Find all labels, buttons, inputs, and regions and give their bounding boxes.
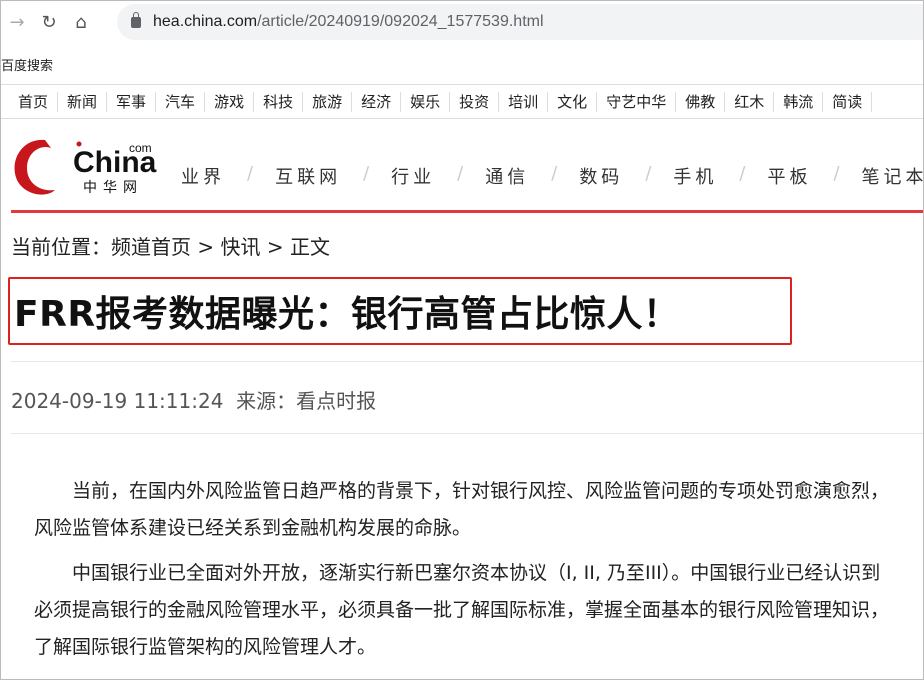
breadcrumb-home[interactable]: 频道首页 <box>111 235 191 259</box>
article-body: 当前，在国内外风险监管日趋严格的背景下，针对银行风控、风险监管问题的专项处罚愈演… <box>34 473 894 674</box>
divider <box>11 433 923 434</box>
nav-separator: / <box>457 163 464 184</box>
channel-link[interactable]: 简读 <box>823 91 873 112</box>
forward-icon[interactable]: → <box>1 12 33 33</box>
channel-link[interactable]: 韩流 <box>774 91 824 112</box>
browser-toolbar: → ↻ ⌂ hea.china.com/article/20240919/092… <box>1 1 923 43</box>
breadcrumb-label: 当前位置： <box>11 235 111 259</box>
paragraph: 中国银行业已全面对外开放，逐渐实行新巴塞尔资本协议（I, II, 乃至III）。… <box>34 562 890 658</box>
address-bar[interactable]: hea.china.com/article/20240919/092024_15… <box>117 4 923 40</box>
article-meta: 2024-09-19 11:11:24 来源：看点时报 <box>11 385 376 414</box>
lock-icon <box>131 11 141 28</box>
divider <box>11 361 923 362</box>
channel-link[interactable]: 经济 <box>352 91 402 112</box>
nav-separator: / <box>833 163 840 184</box>
channel-link[interactable]: 军事 <box>107 91 157 112</box>
nav-link[interactable]: 互联网 <box>275 163 341 189</box>
channel-link[interactable]: 旅游 <box>303 91 353 112</box>
reload-icon[interactable]: ↻ <box>33 12 65 33</box>
china-com-logo[interactable]: China com 中华网 <box>11 136 161 198</box>
channel-link[interactable]: 游戏 <box>205 91 255 112</box>
article-date: 2024-09-19 11:11:24 <box>11 389 224 413</box>
article-source: 来源：看点时报 <box>236 389 377 413</box>
article-title: FRR报考数据曝光：银行高管占比惊人！ <box>14 294 680 335</box>
nav-link[interactable]: 业界 <box>181 163 225 189</box>
nav-link[interactable]: 手机 <box>673 163 717 189</box>
url-host: hea.china.com <box>153 13 258 30</box>
channel-bar: 首页 新闻 军事 汽车 游戏 科技 旅游 经济 娱乐 投资 培训 文化 守艺中华 佛教 红木 韩流 简读 <box>1 84 923 119</box>
divider <box>11 210 923 213</box>
main-nav: 业界 / 互联网 / 行业 / 通信 / 数码 / 手机 / 平板 / 笔记本 <box>181 163 924 189</box>
channel-link[interactable]: 首页 <box>9 91 59 112</box>
channel-link[interactable]: 培训 <box>499 91 549 112</box>
channel-link[interactable]: 科技 <box>254 91 304 112</box>
nav-separator: / <box>363 163 370 184</box>
svg-text:com: com <box>129 141 152 155</box>
paragraph: 当前，在国内外风险监管日趋严格的背景下，针对银行风控、风险监管问题的专项处罚愈演… <box>34 480 890 539</box>
breadcrumb-sep: > <box>191 235 221 259</box>
channel-link[interactable]: 新闻 <box>58 91 108 112</box>
bookmark-baidu[interactable]: 百度搜索 <box>1 55 53 74</box>
breadcrumb-sep: > <box>260 235 290 259</box>
nav-link[interactable]: 行业 <box>391 163 435 189</box>
svg-text:中华网: 中华网 <box>83 180 143 196</box>
channel-link[interactable]: 汽车 <box>156 91 206 112</box>
channel-link[interactable]: 文化 <box>548 91 598 112</box>
breadcrumb-news[interactable]: 快讯 <box>220 235 260 259</box>
url-path: /article/20240919/092024_1577539.html <box>257 13 544 30</box>
channel-link[interactable]: 守艺中华 <box>597 91 677 112</box>
nav-separator: / <box>551 163 558 184</box>
nav-separator: / <box>739 163 746 184</box>
channel-link[interactable]: 娱乐 <box>401 91 451 112</box>
nav-separator: / <box>247 163 254 184</box>
nav-link[interactable]: 平板 <box>767 163 811 189</box>
nav-separator: / <box>645 163 652 184</box>
nav-link[interactable]: 数码 <box>579 163 623 189</box>
nav-link[interactable]: 通信 <box>485 163 529 189</box>
nav-link[interactable]: 笔记本 <box>862 163 924 189</box>
breadcrumb-current: 正文 <box>289 235 330 259</box>
channel-link[interactable]: 佛教 <box>676 91 726 112</box>
channel-link[interactable]: 红木 <box>725 91 775 112</box>
title-highlight-box: FRR报考数据曝光：银行高管占比惊人！ <box>8 277 792 345</box>
channel-link[interactable]: 投资 <box>450 91 500 112</box>
home-icon[interactable]: ⌂ <box>65 12 97 33</box>
breadcrumb: 当前位置：频道首页 > 快讯 > 正文 <box>11 231 330 260</box>
